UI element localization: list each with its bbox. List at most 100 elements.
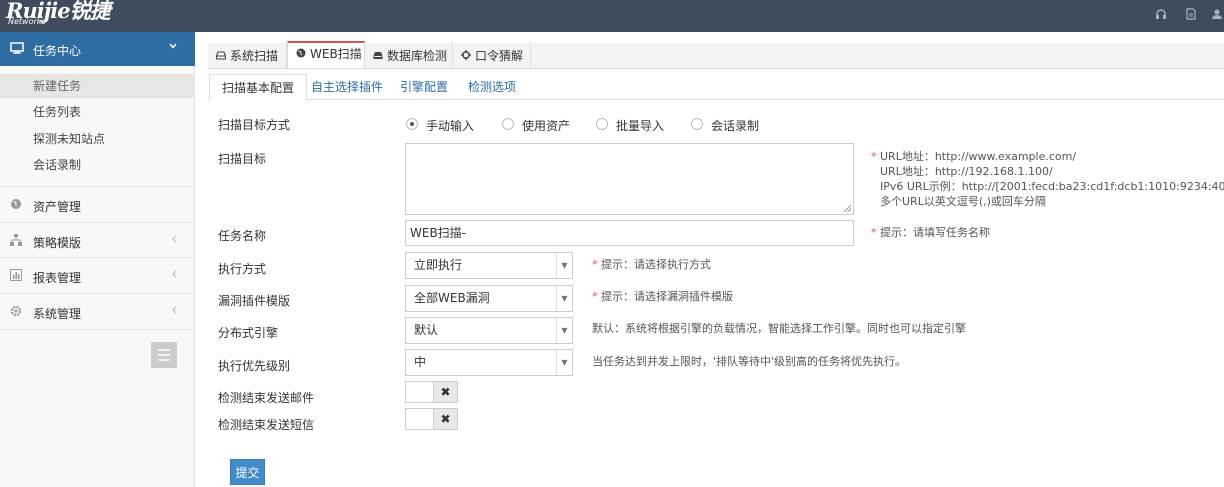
- radio-label: 会话录制: [711, 119, 760, 133]
- select-value: 中: [414, 355, 427, 369]
- sidebar-subitem-task-list[interactable]: 任务列表: [0, 100, 195, 124]
- database-icon: [373, 45, 387, 71]
- sitemap-icon: [10, 234, 22, 246]
- chevron-left-icon: [170, 269, 178, 282]
- scan-target-hint-2: URL地址：http://192.168.1.100/: [880, 165, 1053, 178]
- exec-mode-hint: * 提示：请选择执行方式: [592, 258, 711, 272]
- subtab-basic-config[interactable]: 扫描基本配置: [209, 74, 308, 101]
- sidebar-item-task-center[interactable]: 任务中心: [0, 32, 195, 66]
- close-icon: ✖: [433, 409, 457, 429]
- engine-select[interactable]: 默认 ▼: [405, 317, 573, 344]
- email-notify-toggle[interactable]: ✖: [405, 381, 458, 403]
- tab-label: 数据库检测: [387, 49, 448, 63]
- monitor-icon: [10, 42, 24, 54]
- scan-type-tabs: 系统扫描 WEB扫描 数据库检测 口令猜解: [208, 41, 1224, 69]
- sidebar-subitem-new-task[interactable]: 新建任务: [0, 74, 195, 98]
- priority-select[interactable]: 中 ▼: [405, 349, 573, 376]
- task-name-input[interactable]: WEB扫描-: [405, 220, 854, 246]
- priority-hint: 当任务达到并发上限时，'排队等待中'级别高的任务将优先执行。: [592, 355, 907, 368]
- user-icon[interactable]: [1210, 8, 1224, 22]
- tab-label: 口令猜解: [475, 49, 524, 63]
- menu-line: [158, 359, 170, 361]
- sidebar-item-reports[interactable]: 报表管理: [0, 257, 195, 293]
- hint-text: 提示：请选择漏洞插件模版: [601, 290, 733, 303]
- hint-text: 提示：请选择执行方式: [601, 258, 711, 271]
- sidebar-item-label: 策略模版: [33, 236, 82, 250]
- sidebar-item-policy-templates[interactable]: 策略模版: [0, 222, 195, 258]
- radio-label: 手动输入: [426, 119, 475, 133]
- bar-chart-icon: [10, 269, 22, 281]
- target-mode-label: 扫描目标方式: [218, 118, 291, 132]
- radio-circle-checked: [406, 118, 418, 130]
- config-subtabs: 扫描基本配置 自主选择插件 引擎配置 检测选项: [208, 74, 1224, 101]
- plugin-template-label: 漏洞插件模版: [218, 294, 291, 308]
- sidebar-item-label: 资产管理: [33, 200, 82, 214]
- sidebar-subitem-unknown-sites[interactable]: 探测未知站点: [0, 127, 195, 151]
- select-value: 全部WEB漏洞: [414, 291, 490, 305]
- radio-label: 使用资产: [522, 119, 571, 133]
- sidebar-collapse-button[interactable]: [151, 342, 177, 368]
- globe-icon: [10, 198, 22, 210]
- chevron-down-icon: ▼: [556, 286, 572, 311]
- crosshair-icon: [461, 45, 475, 71]
- document-icon[interactable]: [1184, 8, 1198, 22]
- subtab-select-plugins[interactable]: 自主选择插件: [311, 74, 383, 101]
- email-notify-label: 检测结束发送邮件: [218, 391, 315, 405]
- radio-circle: [502, 118, 514, 130]
- top-header: Ruijie锐捷 Networks: [0, 0, 1224, 32]
- sidebar-item-label: 报表管理: [33, 271, 82, 285]
- select-value: 默认: [414, 323, 439, 337]
- chevron-down-icon: ▼: [556, 350, 572, 375]
- plugin-template-select[interactable]: 全部WEB漏洞 ▼: [405, 285, 573, 312]
- tab-database-scan[interactable]: 数据库检测: [365, 43, 453, 69]
- resize-grip-icon[interactable]: [844, 205, 851, 212]
- required-mark: *: [592, 290, 598, 303]
- sidebar-item-system[interactable]: 系统管理: [0, 293, 195, 329]
- globe-icon: [296, 44, 310, 67]
- close-icon: ✖: [433, 382, 457, 402]
- sms-notify-toggle[interactable]: ✖: [405, 408, 458, 430]
- select-value: 立即执行: [414, 258, 463, 272]
- sidebar-item-assets[interactable]: 资产管理: [0, 186, 195, 222]
- sidebar-subitem-session-record[interactable]: 会话录制: [0, 153, 195, 177]
- radio-label: 批量导入: [616, 119, 665, 133]
- scan-target-label: 扫描目标: [218, 152, 267, 166]
- headset-icon[interactable]: [1154, 8, 1168, 22]
- gear-icon: [10, 305, 22, 317]
- scan-target-hint-1: * URL地址：http://www.example.com/: [871, 150, 1076, 164]
- tab-system-scan[interactable]: 系统扫描: [208, 43, 287, 69]
- hdd-icon: [215, 45, 230, 71]
- radio-circle: [596, 118, 608, 130]
- hint-text: URL地址：http://www.example.com/: [880, 150, 1077, 163]
- subtab-detect-options[interactable]: 检测选项: [468, 74, 516, 101]
- sms-notify-label: 检测结束发送短信: [218, 418, 315, 432]
- chevron-down-icon: ▼: [556, 253, 572, 278]
- exec-mode-label: 执行方式: [218, 262, 267, 276]
- tab-password-crack[interactable]: 口令猜解: [453, 43, 531, 69]
- required-mark: *: [871, 226, 877, 239]
- scan-target-textarea[interactable]: [405, 143, 854, 215]
- tab-label: 系统扫描: [230, 49, 279, 63]
- subtab-engine-config[interactable]: 引擎配置: [400, 74, 448, 101]
- exec-mode-select[interactable]: 立即执行 ▼: [405, 252, 573, 279]
- sidebar-divider: [0, 329, 195, 330]
- required-mark: *: [871, 150, 877, 163]
- radio-circle: [691, 118, 703, 130]
- scan-target-hint-4: 多个URL以英文逗号(,)或回车分隔: [880, 195, 1046, 208]
- chevron-down-icon: [168, 41, 178, 54]
- plugin-template-hint: * 提示：请选择漏洞插件模版: [592, 290, 733, 304]
- task-name-label: 任务名称: [218, 229, 267, 243]
- tab-web-scan[interactable]: WEB扫描: [287, 41, 365, 68]
- task-name-hint: * 提示：请填写任务名称: [871, 226, 990, 240]
- hint-text: 提示：请填写任务名称: [880, 226, 990, 239]
- sidebar-item-label: 任务中心: [33, 44, 82, 58]
- menu-line: [158, 349, 170, 351]
- chevron-left-icon: [170, 305, 178, 318]
- chevron-left-icon: [170, 234, 178, 247]
- priority-label: 执行优先级别: [218, 359, 291, 373]
- brand-subtitle: Networks: [8, 17, 46, 26]
- engine-label: 分布式引擎: [218, 326, 279, 340]
- scan-target-hint-3: IPv6 URL示例：http://[2001:fecd:ba23:cd1f:d…: [880, 180, 1224, 193]
- submit-button[interactable]: 提交: [230, 459, 265, 485]
- sidebar: 任务中心 新建任务 任务列表 探测未知站点 会话录制 资产管理 策略模版 报表管…: [0, 32, 195, 487]
